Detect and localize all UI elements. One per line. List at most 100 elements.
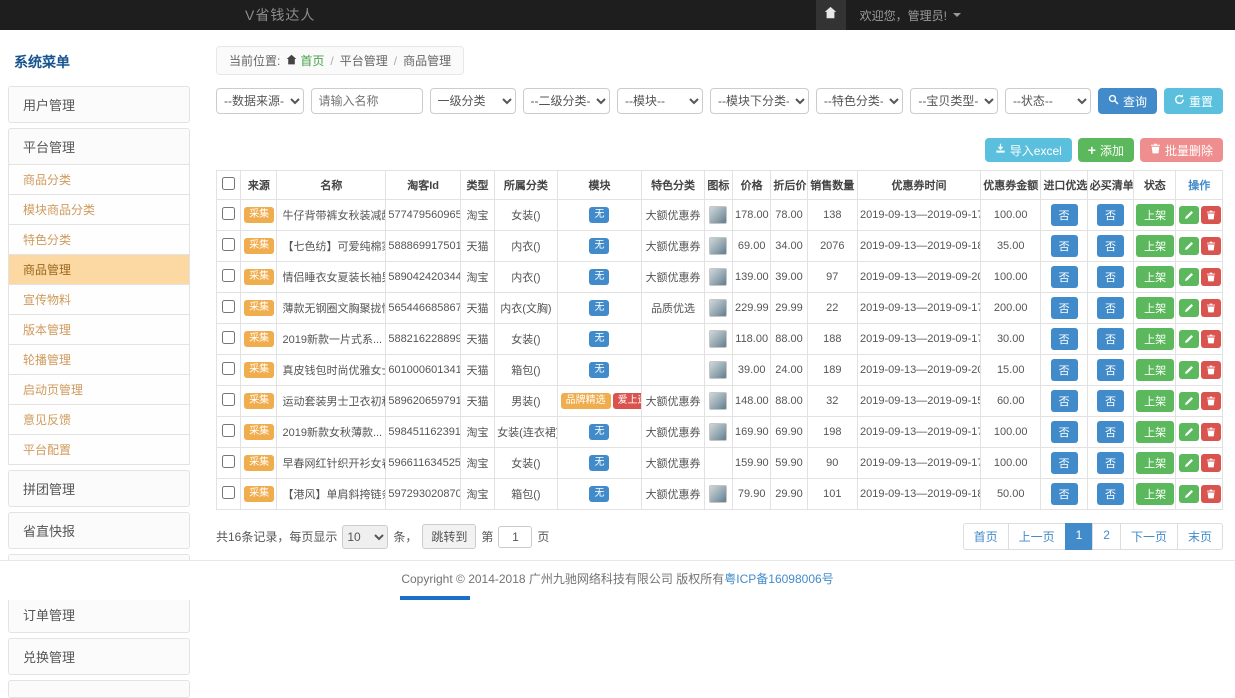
sidebar-item-平台配置[interactable]: 平台配置 [8,434,190,465]
jump-button[interactable]: 跳转到 [422,524,476,549]
import-optimal-toggle[interactable]: 否 [1051,235,1078,257]
delete-button[interactable] [1201,330,1221,348]
row-checkbox[interactable] [222,393,235,406]
row-checkbox[interactable] [222,455,235,468]
status-button[interactable]: 上架 [1136,452,1174,474]
must-buy-toggle[interactable]: 否 [1097,297,1124,319]
row-checkbox[interactable] [222,362,235,375]
import-optimal-toggle[interactable]: 否 [1051,204,1078,226]
sidebar-item-轮播管理[interactable]: 轮播管理 [8,344,190,375]
add-button[interactable]: + 添加 [1078,138,1134,162]
edit-button[interactable] [1179,392,1199,410]
horizontal-scrollbar-thumb[interactable] [400,596,470,600]
must-buy-toggle[interactable]: 否 [1097,483,1124,505]
delete-button[interactable] [1201,268,1221,286]
status-button[interactable]: 上架 [1136,328,1174,350]
sidebar-item-平台管理[interactable]: 平台管理 [8,128,190,165]
import-optimal-toggle[interactable]: 否 [1051,483,1078,505]
must-buy-toggle[interactable]: 否 [1097,204,1124,226]
delete-button[interactable] [1201,423,1221,441]
page-size-select[interactable]: 10 [342,525,388,549]
must-buy-toggle[interactable]: 否 [1097,452,1124,474]
delete-button[interactable] [1201,361,1221,379]
sidebar-item-特色分类[interactable]: 特色分类 [8,224,190,255]
delete-button[interactable] [1201,237,1221,255]
jump-page-input[interactable] [498,526,532,548]
import-optimal-toggle[interactable]: 否 [1051,266,1078,288]
delete-button[interactable] [1201,392,1221,410]
sidebar-item-订单管理[interactable]: 订单管理 [8,596,190,633]
sidebar-item-商品分类[interactable]: 商品分类 [8,164,190,195]
import-optimal-toggle[interactable]: 否 [1051,452,1078,474]
import-optimal-toggle[interactable]: 否 [1051,421,1078,443]
import-optimal-toggle[interactable]: 否 [1051,328,1078,350]
must-buy-toggle[interactable]: 否 [1097,266,1124,288]
edit-button[interactable] [1179,423,1199,441]
import-optimal-toggle[interactable]: 否 [1051,390,1078,412]
filter-select[interactable]: --二级分类-- [523,88,611,114]
filter-select[interactable]: 一级分类 [430,88,516,114]
edit-button[interactable] [1179,485,1199,503]
row-checkbox[interactable] [222,238,235,251]
sidebar-item-兑换管理[interactable]: 兑换管理 [8,638,190,675]
home-button[interactable] [816,0,846,30]
reset-button[interactable]: 重置 [1164,88,1223,114]
row-checkbox[interactable] [222,331,235,344]
sidebar-item-商品管理[interactable]: 商品管理 [8,254,190,285]
status-button[interactable]: 上架 [1136,204,1174,226]
sidebar-item-版本管理[interactable]: 版本管理 [8,314,190,345]
filter-select[interactable]: --模块-- [617,88,703,114]
import-excel-button[interactable]: 导入excel [985,138,1072,162]
row-checkbox[interactable] [222,207,235,220]
status-button[interactable]: 上架 [1136,235,1174,257]
page-button-上一页[interactable]: 上一页 [1008,523,1066,550]
select-all-checkbox[interactable] [222,177,235,190]
import-optimal-toggle[interactable]: 否 [1051,359,1078,381]
filter-select[interactable]: --特色分类-- [816,88,904,114]
import-optimal-toggle[interactable]: 否 [1051,297,1078,319]
must-buy-toggle[interactable]: 否 [1097,421,1124,443]
sidebar-item-拼团管理[interactable]: 拼团管理 [8,470,190,507]
status-button[interactable]: 上架 [1136,359,1174,381]
sidebar-item-省直快报[interactable]: 省直快报 [8,512,190,549]
name-filter-input[interactable] [311,88,423,114]
row-checkbox[interactable] [222,269,235,282]
edit-button[interactable] [1179,268,1199,286]
batch-delete-button[interactable]: 批量删除 [1140,138,1223,162]
filter-select[interactable]: --宝贝类型-- [910,88,998,114]
breadcrumb-home-link[interactable]: 首页 [286,52,324,69]
sidebar-item-意见反馈[interactable]: 意见反馈 [8,404,190,435]
icp-link[interactable]: 粤ICP备16098006号 [724,572,833,586]
must-buy-toggle[interactable]: 否 [1097,328,1124,350]
edit-button[interactable] [1179,330,1199,348]
status-button[interactable]: 上架 [1136,266,1174,288]
filter-select[interactable]: --状态-- [1005,88,1091,114]
edit-button[interactable] [1179,206,1199,224]
filter-select[interactable]: --数据来源-- [216,88,304,114]
row-checkbox[interactable] [222,424,235,437]
sidebar-item-clipped[interactable] [8,680,190,698]
sidebar-item-启动页管理[interactable]: 启动页管理 [8,374,190,405]
sidebar-item-模块商品分类[interactable]: 模块商品分类 [8,194,190,225]
status-button[interactable]: 上架 [1136,297,1174,319]
sidebar-item-用户管理[interactable]: 用户管理 [8,86,190,123]
must-buy-toggle[interactable]: 否 [1097,390,1124,412]
delete-button[interactable] [1201,454,1221,472]
edit-button[interactable] [1179,454,1199,472]
page-button-2[interactable]: 2 [1092,523,1121,550]
filter-select[interactable]: --模块下分类-- [710,88,809,114]
row-checkbox[interactable] [222,486,235,499]
page-button-下一页[interactable]: 下一页 [1120,523,1178,550]
must-buy-toggle[interactable]: 否 [1097,235,1124,257]
status-button[interactable]: 上架 [1136,421,1174,443]
sidebar-item-宣传物料[interactable]: 宣传物料 [8,284,190,315]
search-button[interactable]: 查询 [1098,88,1157,114]
edit-button[interactable] [1179,361,1199,379]
page-button-首页[interactable]: 首页 [963,523,1009,550]
delete-button[interactable] [1201,485,1221,503]
page-button-1[interactable]: 1 [1065,523,1094,550]
page-button-末页[interactable]: 末页 [1177,523,1223,550]
edit-button[interactable] [1179,237,1199,255]
edit-button[interactable] [1179,299,1199,317]
row-checkbox[interactable] [222,300,235,313]
